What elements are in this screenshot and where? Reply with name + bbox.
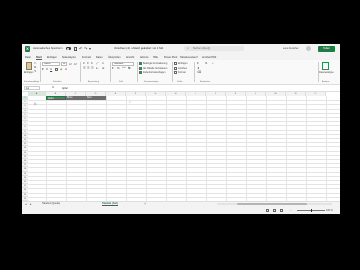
sheet-prev-icon[interactable]: ◂ (25, 202, 27, 206)
horizontal-scrollbar-thumb[interactable] (237, 203, 307, 205)
zoom-slider-thumb[interactable] (311, 208, 312, 212)
status-bar (22, 207, 340, 214)
add-sheet-icon[interactable]: + (144, 202, 146, 206)
column-header-f[interactable]: F (126, 92, 146, 96)
sheet-tab-ziel[interactable]: Tabelle1 (Ziel) (102, 202, 118, 206)
resize-handle-icon[interactable]: ⌟ (129, 99, 130, 103)
excel-window: X Automatisches Speichern ↶ ↷ ▾ Vorschau… (22, 44, 340, 214)
normal-view-icon[interactable] (266, 208, 269, 212)
cell-C1[interactable]: Kiwi (86, 96, 106, 101)
sheet-next-icon[interactable]: ▸ (30, 202, 32, 206)
cell-A1[interactable]: Apfel (46, 96, 66, 101)
column-header-g[interactable]: G (146, 92, 166, 96)
column-header-k[interactable]: K (226, 92, 246, 96)
page-layout-view-icon[interactable] (273, 208, 276, 212)
column-header-h[interactable]: H (166, 92, 186, 96)
page-break-view-icon[interactable] (280, 208, 283, 212)
zoom-out-icon[interactable]: − (290, 208, 292, 212)
column-header-n[interactable]: N (286, 92, 306, 96)
sheet-tab-quelle[interactable]: Tabelle1 (Quelle) (42, 202, 60, 205)
column-header-l[interactable]: L (246, 92, 266, 96)
paste-options-icon[interactable]: ⎘ (34, 102, 38, 106)
zoom-level[interactable]: 100 % (326, 209, 333, 212)
column-header-e[interactable]: E (106, 92, 126, 96)
column-header-a[interactable]: A (28, 92, 46, 96)
column-header-m[interactable]: M (266, 92, 286, 96)
column-header-i[interactable]: I (186, 92, 206, 96)
grid-layer: A B C D E F G H I J K L M N O 1 2 3 4 5 6 7 8 9 10 11 12 13 14 15 16 17… (22, 44, 340, 214)
cell-B1[interactable]: Birne (66, 96, 86, 101)
column-header-o[interactable]: O (306, 92, 326, 96)
column-header-j[interactable]: J (206, 92, 226, 96)
